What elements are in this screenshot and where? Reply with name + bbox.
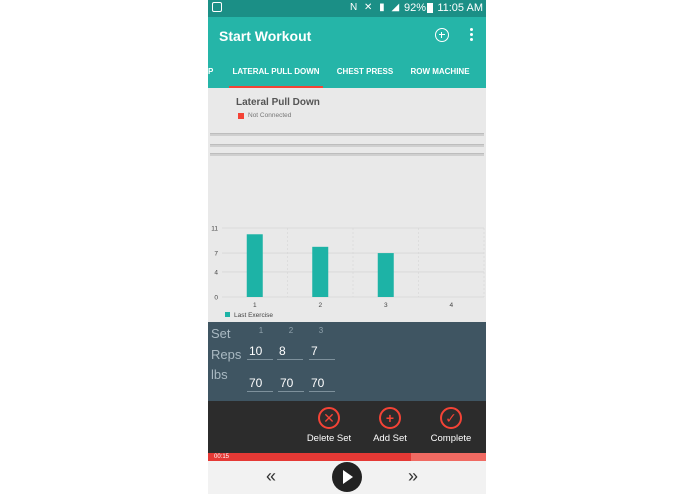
add-set-label: Add Set: [373, 433, 407, 444]
x-tick-label: 3: [384, 302, 388, 309]
play-button[interactable]: [332, 462, 362, 492]
reps-field-set-2[interactable]: 8: [277, 343, 303, 360]
system-icons: N ✕ ▮ ◢: [350, 2, 402, 13]
status-bar: N ✕ ▮ ◢ 92% 11:05 AM: [208, 0, 486, 17]
set-number: 1: [258, 326, 264, 335]
tab-bar: P LATERAL PULL DOWN CHEST PRESS ROW MACH…: [208, 56, 486, 88]
check-circle-icon: ✓: [440, 407, 462, 429]
bar: [377, 253, 394, 297]
reps-row-label: Reps: [211, 347, 242, 362]
add-circle-icon[interactable]: [435, 28, 449, 42]
lbs-field-set-1[interactable]: 70: [247, 375, 273, 392]
y-tick-label: 7: [214, 251, 218, 258]
more-vert-icon[interactable]: [468, 28, 474, 44]
battery-level: 92%: [404, 2, 427, 14]
reps-field-set-1[interactable]: 10: [247, 343, 273, 360]
set-number: 2: [288, 326, 294, 335]
lbs-field-set-3[interactable]: 70: [309, 375, 335, 392]
connection-status-text: Not Connected: [248, 112, 292, 119]
exercise-title: Lateral Pull Down: [236, 97, 320, 108]
lbs-field-set-2[interactable]: 70: [278, 375, 304, 392]
add-set-button[interactable]: + Add Set: [360, 407, 420, 444]
tab-row-machine[interactable]: ROW MACHINE: [405, 56, 475, 88]
y-tick-label: 0: [214, 295, 218, 302]
y-tick-label: 4: [214, 269, 218, 276]
set-number: 3: [318, 326, 324, 335]
legend-label: Last Exercise: [234, 312, 273, 319]
tab-lateral-pull-down[interactable]: LATERAL PULL DOWN: [229, 56, 323, 88]
x-tick-label: 1: [253, 302, 257, 309]
complete-label: Complete: [430, 433, 472, 444]
close-circle-icon: ✕: [318, 407, 340, 429]
set-row-label: Set: [211, 326, 231, 341]
tab-indicator: [229, 86, 323, 88]
x-tick-label: 4: [449, 302, 453, 309]
page-title: Start Workout: [219, 28, 312, 44]
reps-field-set-3[interactable]: 7: [309, 343, 335, 360]
delete-set-button[interactable]: ✕ Delete Set: [299, 407, 359, 444]
tab-chest-press[interactable]: CHEST PRESS: [332, 56, 398, 88]
bar-chart: 047111 2 3 4Last Exercise: [211, 226, 485, 319]
set-entry-panel: Set Reps lbs 1 2 3 10 8 7 70 70 70: [208, 322, 486, 401]
divider: [210, 153, 484, 156]
player-controls: « »: [208, 461, 486, 494]
y-tick-label: 11: [211, 226, 218, 233]
fast-forward-icon[interactable]: »: [408, 466, 418, 487]
clock: 11:05 AM: [437, 2, 483, 14]
legend-swatch: [225, 312, 230, 317]
notification-icon: [212, 2, 222, 12]
bar: [246, 234, 263, 297]
complete-button[interactable]: ✓ Complete: [421, 407, 481, 444]
phone-screen: N ✕ ▮ ◢ 92% 11:05 AM Start Workout P LAT…: [208, 0, 486, 494]
connection-status-indicator: [238, 113, 244, 119]
elapsed-time: 00:15: [214, 454, 230, 460]
x-tick-label: 2: [318, 302, 322, 309]
tab-previous[interactable]: P: [208, 56, 213, 88]
progress-bar[interactable]: 00:15: [208, 453, 486, 461]
progress-fill: [208, 453, 411, 461]
rewind-icon[interactable]: «: [266, 466, 276, 487]
action-bar: ✕ Delete Set + Add Set ✓ Complete: [208, 401, 486, 453]
battery-icon: [427, 3, 433, 13]
divider: [210, 144, 484, 147]
bar: [312, 246, 329, 297]
app-bar: Start Workout: [208, 17, 486, 56]
add-circle-icon: +: [379, 407, 401, 429]
delete-set-label: Delete Set: [306, 433, 352, 444]
divider: [210, 133, 484, 136]
lbs-row-label: lbs: [211, 367, 228, 382]
